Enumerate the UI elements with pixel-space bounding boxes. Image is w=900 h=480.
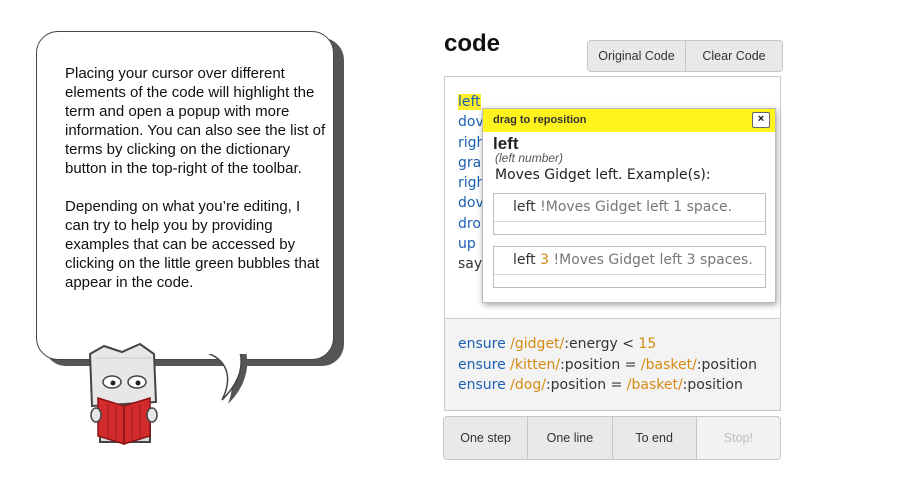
popup-drag-handle[interactable]: drag to reposition × bbox=[483, 109, 775, 132]
goal-property: :position bbox=[696, 356, 757, 373]
goal-keyword: ensure bbox=[458, 377, 506, 393]
goal-object: /dog/ bbox=[510, 377, 546, 393]
signature-open: (left bbox=[495, 151, 519, 165]
example-code: left bbox=[513, 199, 536, 215]
to-end-button[interactable]: To end bbox=[611, 417, 696, 459]
goal-object: /basket/ bbox=[640, 356, 697, 373]
goal-property: :position bbox=[682, 377, 743, 393]
example-box[interactable]: left 3 !Moves Gidget left 3 spaces. bbox=[493, 246, 766, 288]
run-controls: One step One line To end Stop! bbox=[443, 416, 781, 460]
goal-lines: ensure /gidget/:energy < 15 ensure /kitt… bbox=[458, 334, 757, 396]
goal-number: 15 bbox=[638, 336, 657, 352]
bubble-paragraph-1: Placing your cursor over different eleme… bbox=[65, 65, 326, 177]
signature-argument: number bbox=[518, 151, 560, 165]
goal-property: :energy < bbox=[564, 336, 639, 352]
example-box[interactable]: left !Moves Gidget left 1 space. bbox=[493, 193, 766, 235]
signature-close: ) bbox=[559, 151, 564, 165]
clear-code-button[interactable]: Clear Code bbox=[685, 41, 782, 71]
goal-object: /kitten/ bbox=[510, 356, 561, 373]
term-popup[interactable]: drag to reposition × left (left number) … bbox=[482, 108, 776, 303]
example-comment: !Moves Gidget left 1 space. bbox=[540, 199, 733, 215]
one-line-button[interactable]: One line bbox=[527, 417, 611, 459]
code-toolbar: Original Code Clear Code bbox=[587, 40, 783, 72]
bubble-tail bbox=[200, 352, 248, 404]
bubble-text: Placing your cursor over different eleme… bbox=[65, 64, 327, 311]
example-number: 3 bbox=[540, 252, 550, 268]
robot-mascot bbox=[88, 342, 158, 446]
one-step-button[interactable]: One step bbox=[444, 417, 527, 459]
close-icon[interactable]: × bbox=[752, 112, 770, 128]
goal-object: /gidget/ bbox=[510, 336, 565, 352]
goal-line[interactable]: ensure /kitten/:position = /basket/:posi… bbox=[458, 355, 757, 376]
bubble-paragraph-2: Depending on what you’re editing, I can … bbox=[65, 198, 320, 291]
panel-title: code bbox=[444, 30, 501, 57]
goal-line[interactable]: ensure /gidget/:energy < 15 bbox=[458, 334, 757, 355]
highlighted-term[interactable]: left bbox=[458, 94, 481, 110]
example-code: left bbox=[513, 252, 536, 268]
goal-property: :position = bbox=[560, 356, 641, 373]
stop-button[interactable]: Stop! bbox=[695, 417, 780, 459]
original-code-button[interactable]: Original Code bbox=[588, 41, 685, 71]
goal-keyword: ensure bbox=[458, 336, 506, 352]
goal-object: /basket/ bbox=[626, 377, 683, 393]
goal-line[interactable]: ensure /dog/:position = /basket/:positio… bbox=[458, 375, 757, 396]
goal-keyword: ensure bbox=[458, 356, 506, 373]
popup-description: Moves Gidget left. Example(s): bbox=[495, 167, 711, 183]
goal-property: :position = bbox=[545, 377, 627, 393]
popup-header-label: drag to reposition bbox=[493, 114, 587, 126]
popup-signature: (left number) bbox=[495, 151, 563, 165]
example-comment: !Moves Gidget left 3 spaces. bbox=[553, 252, 753, 268]
